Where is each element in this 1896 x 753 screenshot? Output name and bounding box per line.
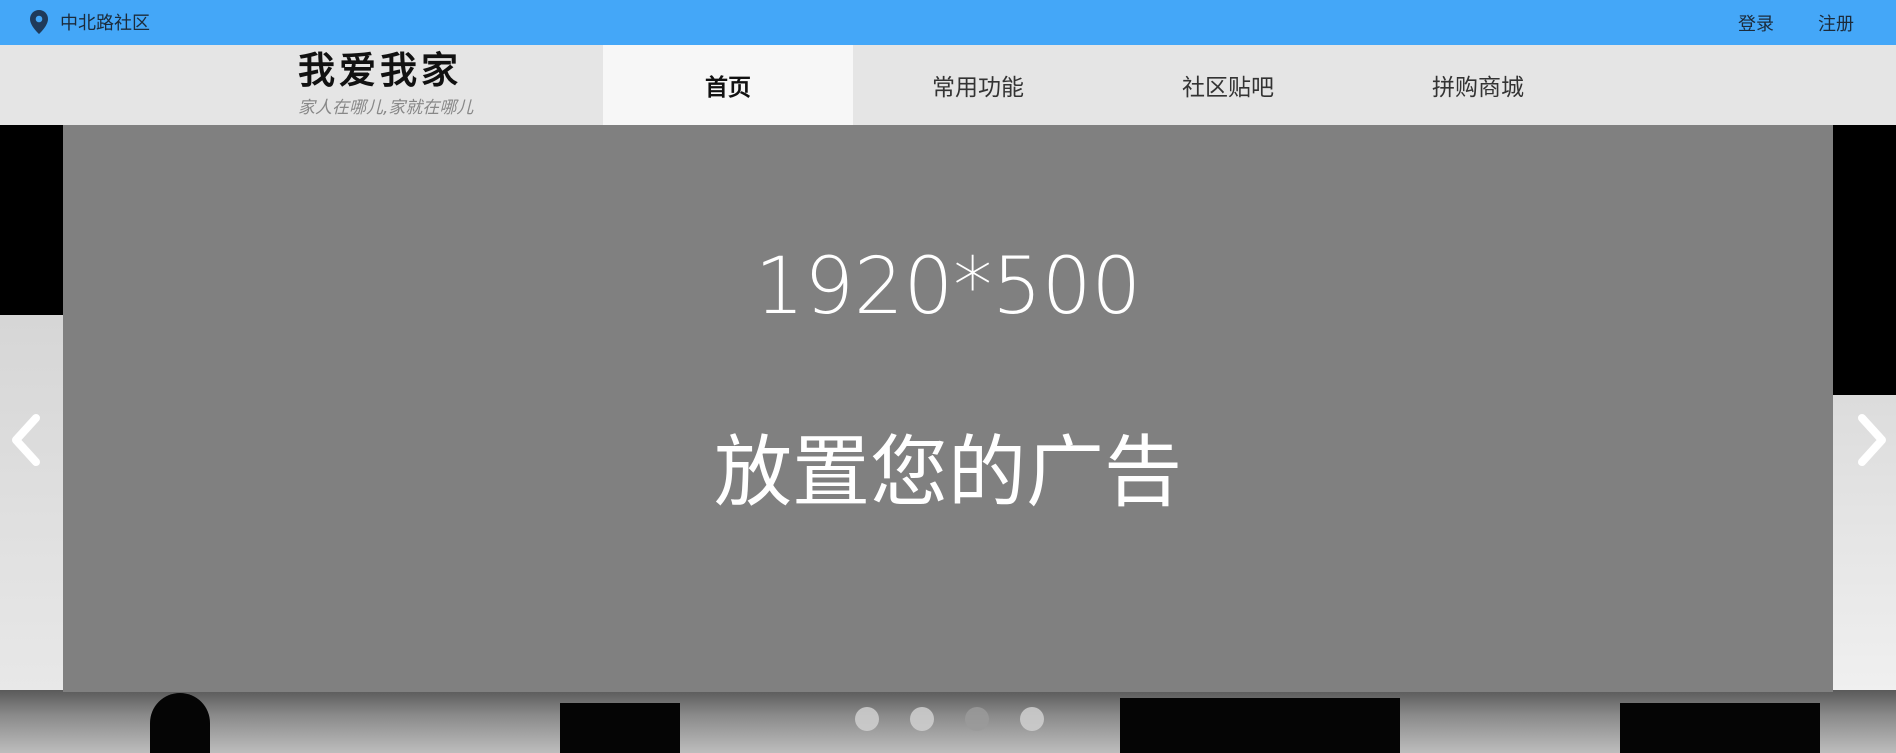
location[interactable]: 中北路社区: [28, 9, 150, 35]
nav-common-functions[interactable]: 常用功能: [853, 45, 1103, 125]
background-silhouette: [560, 703, 680, 753]
background-silhouette: [1120, 698, 1400, 753]
login-link[interactable]: 登录: [1738, 10, 1774, 36]
logo-title[interactable]: 我爱我家: [298, 52, 462, 89]
background-silhouette: [1620, 703, 1820, 753]
top-bar: 中北路社区 登录 注册: [0, 0, 1896, 45]
main-nav: 首页 常用功能 社区贴吧 拼购商城: [603, 45, 1603, 125]
carousel-dot[interactable]: [910, 707, 934, 731]
ad-text: 放置您的广告: [713, 428, 1182, 518]
register-link[interactable]: 注册: [1818, 10, 1854, 36]
carousel-indicators: [855, 707, 1044, 731]
map-pin-icon: [30, 10, 48, 34]
chevron-left-icon[interactable]: [6, 410, 46, 470]
nav-community-forum[interactable]: 社区贴吧: [1103, 45, 1353, 125]
carousel-dot[interactable]: [855, 707, 879, 731]
carousel-dot-active[interactable]: [965, 707, 989, 731]
logo-subtitle: 家人在哪儿,家就在哪儿: [298, 98, 474, 118]
carousel-dot[interactable]: [1020, 707, 1044, 731]
chevron-right-icon[interactable]: [1852, 410, 1892, 470]
background-silhouette: [150, 693, 210, 753]
nav-home[interactable]: 首页: [603, 45, 853, 125]
background-image-left: [0, 315, 70, 695]
ad-size-text: 1920*500: [754, 242, 1142, 332]
community-name: 中北路社区: [60, 13, 150, 34]
ad-placeholder[interactable]: 1920*500 放置您的广告: [63, 125, 1833, 692]
hero-carousel: 1920*500 放置您的广告: [0, 125, 1896, 753]
nav-group-buy-mall[interactable]: 拼购商城: [1353, 45, 1603, 125]
